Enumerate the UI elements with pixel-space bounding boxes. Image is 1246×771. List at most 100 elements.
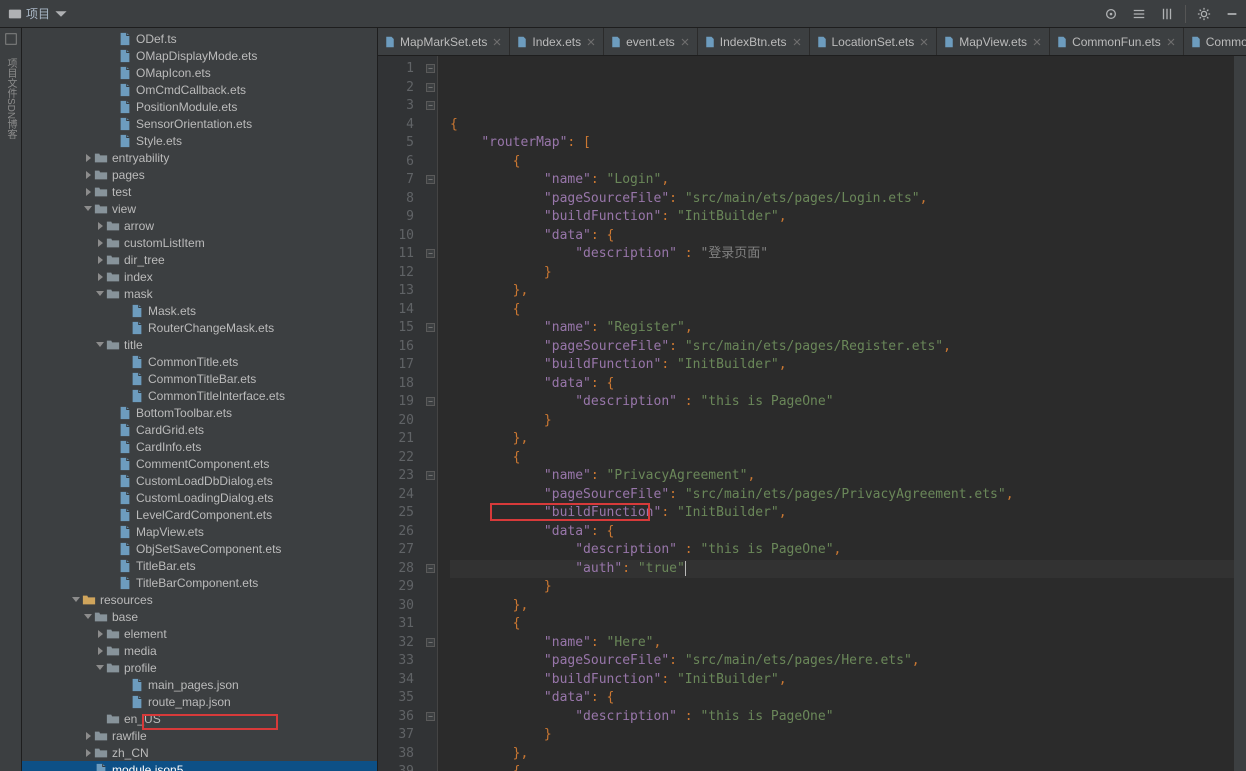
tree-arrow-icon[interactable] [72,597,80,602]
tree-arrow-icon[interactable] [86,749,91,757]
tree-item[interactable]: SensorOrientation.ets [22,115,377,132]
project-dropdown[interactable]: 项目 [0,0,76,27]
tree-item[interactable]: CustomLoadDbDialog.ets [22,472,377,489]
tree-arrow-icon[interactable] [98,222,103,230]
tree-item[interactable]: title [22,336,377,353]
tree-item[interactable]: CardInfo.ets [22,438,377,455]
close-icon[interactable] [585,36,597,48]
tree-arrow-icon[interactable] [84,206,92,211]
tree-item[interactable]: ODef.ts [22,30,377,47]
code-body[interactable]: { "routerMap": [ { "name": "Login", "pag… [438,56,1234,771]
tree-item[interactable]: RouterChangeMask.ets [22,319,377,336]
tree-item[interactable]: media [22,642,377,659]
fold-toggle[interactable]: − [426,471,435,480]
tree-item[interactable]: CustomLoadingDialog.ets [22,489,377,506]
tree-arrow-icon[interactable] [86,188,91,196]
tree-arrow-icon[interactable] [98,647,103,655]
line-gutter: 1234567891011121314151617181920212223242… [378,56,424,771]
tree-item[interactable]: en_US [22,710,377,727]
editor-tab[interactable]: IndexBtn.ets [698,28,810,55]
tree-item[interactable]: CommonTitle.ets [22,353,377,370]
close-icon[interactable] [918,36,930,48]
tree-item[interactable]: MapView.ets [22,523,377,540]
settings-icon[interactable] [1190,0,1218,28]
tree-arrow-icon[interactable] [98,273,103,281]
code-editor[interactable]: 1234567891011121314151617181920212223242… [378,56,1246,771]
editor-tab[interactable]: MapView.ets [937,28,1050,55]
editor-tab[interactable]: MapMarkSet.ets [378,28,510,55]
tree-item[interactable]: OMapDisplayMode.ets [22,47,377,64]
tree-item[interactable]: resources [22,591,377,608]
tree-item[interactable]: customListItem [22,234,377,251]
locate-icon[interactable] [1097,0,1125,28]
fold-toggle[interactable]: − [426,638,435,647]
minimize-icon[interactable] [1218,0,1246,28]
tab-label: MapView.ets [959,35,1027,49]
fold-toggle[interactable]: − [426,564,435,573]
tree-item[interactable]: test [22,183,377,200]
fold-toggle[interactable]: − [426,175,435,184]
tree-arrow-icon[interactable] [96,665,104,670]
fold-toggle[interactable]: − [426,712,435,721]
tree-item[interactable]: LevelCardComponent.ets [22,506,377,523]
tree-item[interactable]: CommonTitleBar.ets [22,370,377,387]
tree-item[interactable]: TitleBar.ets [22,557,377,574]
tree-item[interactable]: pages [22,166,377,183]
close-icon[interactable] [491,36,503,48]
tree-item[interactable]: mask [22,285,377,302]
tree-item[interactable]: index [22,268,377,285]
tree-item[interactable]: rawfile [22,727,377,744]
close-icon[interactable] [679,36,691,48]
tree-item[interactable]: BottomToolbar.ets [22,404,377,421]
tree-item[interactable]: Mask.ets [22,302,377,319]
editor-tab[interactable]: event.ets [604,28,698,55]
tree-item[interactable]: element [22,625,377,642]
tree-arrow-icon[interactable] [96,291,104,296]
tree-item[interactable]: base [22,608,377,625]
tree-item[interactable]: main_pages.json [22,676,377,693]
tree-arrow-icon[interactable] [84,614,92,619]
tree-item[interactable]: module.json5 [22,761,377,771]
tree-arrow-icon[interactable] [98,239,103,247]
tree-item[interactable]: profile [22,659,377,676]
fold-toggle[interactable]: − [426,397,435,406]
editor-tab[interactable]: LocationSet.ets [810,28,938,55]
tree-item[interactable]: CommonTitleInterface.ets [22,387,377,404]
tree-arrow-icon[interactable] [86,171,91,179]
tree-item[interactable]: ObjSetSaveComponent.ets [22,540,377,557]
tree-item[interactable]: TitleBarComponent.ets [22,574,377,591]
tree-item[interactable]: arrow [22,217,377,234]
tree-arrow-icon[interactable] [98,630,103,638]
editor-tab[interactable]: CommonRouter.ets [1184,28,1246,55]
tree-item[interactable]: OMapIcon.ets [22,64,377,81]
tree-arrow-icon[interactable] [98,256,103,264]
tree-item[interactable]: view [22,200,377,217]
editor-tab[interactable]: Index.ets [510,28,604,55]
tree-item[interactable]: dir_tree [22,251,377,268]
fold-toggle[interactable]: − [426,64,435,73]
close-icon[interactable] [1165,36,1177,48]
collapse-icon[interactable] [1153,0,1181,28]
close-icon[interactable] [1031,36,1043,48]
tree-item[interactable]: entryability [22,149,377,166]
tree-arrow-icon[interactable] [96,342,104,347]
fold-toggle[interactable]: − [426,101,435,110]
tree-item[interactable]: CardGrid.ets [22,421,377,438]
tree-item[interactable]: zh_CN [22,744,377,761]
rail-item-1[interactable]: 项目文件SDN博客 [1,52,20,145]
editor-tab[interactable]: CommonFun.ets [1050,28,1184,55]
tree-item[interactable]: OmCmdCallback.ets [22,81,377,98]
fold-toggle[interactable]: − [426,323,435,332]
scrollbar-vertical[interactable] [1234,56,1246,771]
expand-icon[interactable] [1125,0,1153,28]
tree-arrow-icon[interactable] [86,732,91,740]
rail-icon[interactable] [4,32,18,46]
tree-item[interactable]: CommentComponent.ets [22,455,377,472]
fold-toggle[interactable]: − [426,83,435,92]
fold-toggle[interactable]: − [426,249,435,258]
tree-item[interactable]: Style.ets [22,132,377,149]
tree-item[interactable]: PositionModule.ets [22,98,377,115]
tree-arrow-icon[interactable] [86,154,91,162]
tree-item[interactable]: route_map.json [22,693,377,710]
close-icon[interactable] [791,36,803,48]
